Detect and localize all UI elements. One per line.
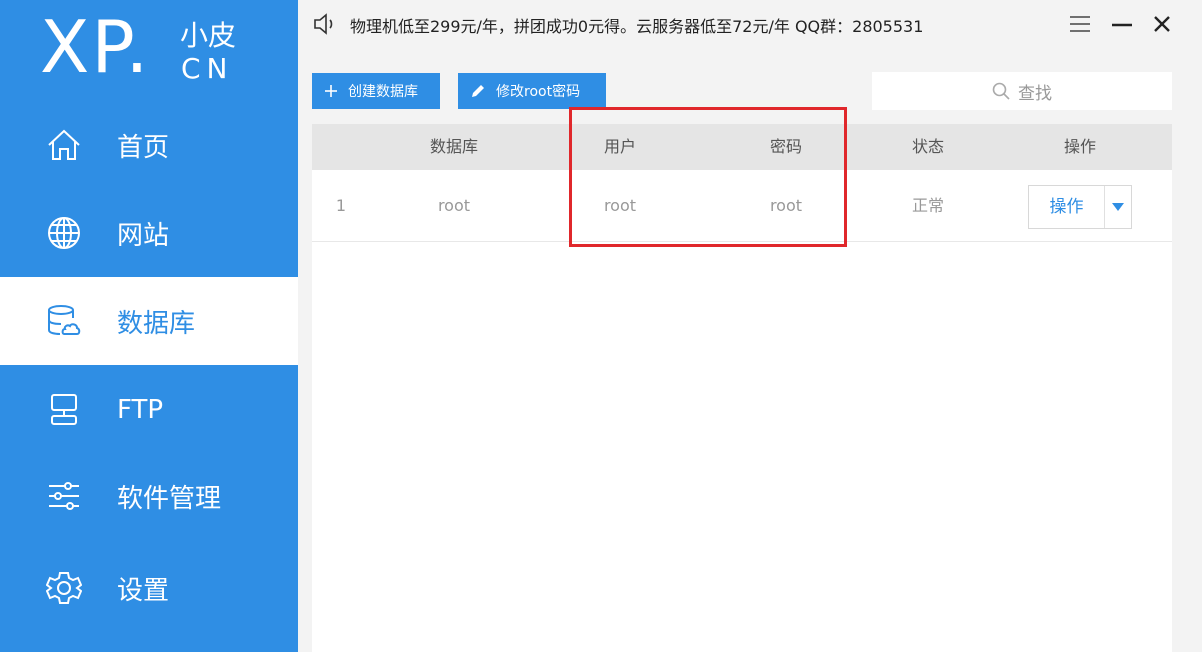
create-database-button[interactable]: 创建数据库 xyxy=(312,73,440,109)
pencil-icon xyxy=(470,83,486,99)
header-status: 状态 xyxy=(911,137,944,156)
sidebar-item-label: 首页 xyxy=(117,132,170,163)
globe-icon xyxy=(44,213,84,253)
header-database: 数据库 xyxy=(429,137,478,156)
row-action-group: 操作 xyxy=(1028,185,1132,229)
sidebar-item-settings[interactable]: 设置 xyxy=(0,544,298,632)
minimize-icon[interactable] xyxy=(1108,10,1136,38)
menu-icon[interactable] xyxy=(1066,10,1094,38)
row-status: 正常 xyxy=(911,196,944,215)
header-user: 用户 xyxy=(603,137,636,156)
database-table: 数据库 用户 密码 状态 操作 1 root root root 正常 操作 xyxy=(312,124,1172,652)
close-icon[interactable] xyxy=(1148,10,1176,38)
search-icon xyxy=(992,82,1010,100)
header-action: 操作 xyxy=(1063,137,1096,156)
topbar: 物理机低至299元/年，拼团成功0元得。云服务器低至72元/年 QQ群：2805… xyxy=(298,0,1202,50)
logo-xp: XP. xyxy=(40,5,151,89)
search-placeholder: 查找 xyxy=(1018,83,1052,104)
row-user: root xyxy=(603,196,637,215)
gear-icon xyxy=(44,568,84,608)
table-row: 1 root root root 正常 操作 xyxy=(312,170,1172,242)
notice-text: 物理机低至299元/年，拼团成功0元得。云服务器低至72元/年 QQ群：2805… xyxy=(350,17,924,36)
modify-root-password-button[interactable]: 修改root密码 xyxy=(458,73,606,109)
sidebar-item-label: 数据库 xyxy=(117,308,196,339)
home-icon xyxy=(44,125,84,165)
plus-icon xyxy=(324,84,338,98)
sidebar-item-ftp[interactable]: FTP xyxy=(0,366,298,454)
sidebar-item-label: 网站 xyxy=(117,220,170,251)
ftp-icon xyxy=(44,390,84,430)
sidebar-item-label: FTP xyxy=(117,395,164,425)
table-header: 数据库 用户 密码 状态 操作 xyxy=(312,124,1172,170)
logo-xiaopi: 小皮 xyxy=(180,19,237,52)
sidebar: XP. 小皮 CN 首页 网站 数据库 FTP 软件管理 设置 xyxy=(0,0,298,652)
row-database: root xyxy=(437,196,471,215)
sliders-icon xyxy=(44,476,84,516)
logo: XP. 小皮 CN xyxy=(0,0,298,104)
sidebar-item-home[interactable]: 首页 xyxy=(0,101,298,189)
action-button[interactable]: 操作 xyxy=(1029,186,1105,228)
header-password: 密码 xyxy=(769,137,802,156)
database-icon xyxy=(44,301,84,341)
sidebar-item-database[interactable]: 数据库 xyxy=(0,277,298,365)
sidebar-item-website[interactable]: 网站 xyxy=(0,189,298,277)
search-input[interactable]: 查找 xyxy=(872,72,1172,110)
row-index: 1 xyxy=(335,196,347,215)
sidebar-item-label: 设置 xyxy=(117,575,170,606)
row-password: root xyxy=(769,196,803,215)
sidebar-item-software[interactable]: 软件管理 xyxy=(0,452,298,540)
caret-down-icon[interactable] xyxy=(1105,186,1131,228)
sidebar-item-label: 软件管理 xyxy=(117,483,222,514)
speaker-icon xyxy=(312,12,338,36)
main-panel: 物理机低至299元/年，拼团成功0元得。云服务器低至72元/年 QQ群：2805… xyxy=(298,0,1202,652)
logo-cn: CN xyxy=(181,52,234,85)
